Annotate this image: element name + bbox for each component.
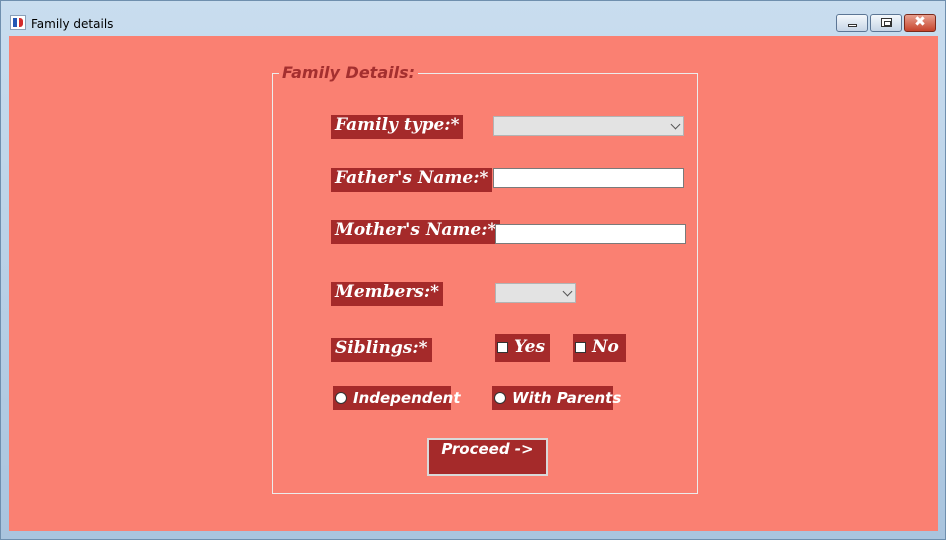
family-type-label: Family type:* (331, 115, 464, 139)
mother-name-label: Mother's Name:* (331, 220, 501, 244)
minimize-icon (848, 24, 857, 27)
minimize-button[interactable] (836, 14, 868, 32)
close-button[interactable]: ✖ (904, 14, 936, 32)
with-parents-label: With Parents (512, 389, 622, 407)
independent-label: Independent (353, 389, 461, 407)
members-dropdown[interactable] (495, 283, 576, 303)
chevron-down-icon (672, 119, 679, 128)
app-window: Family details ✖ Family Details: Family … (0, 0, 946, 540)
members-label: Members:* (331, 282, 444, 306)
with-parents-radio[interactable]: With Parents (492, 386, 621, 410)
restore-icon (881, 18, 892, 27)
proceed-button[interactable]: Proceed -> (427, 438, 548, 476)
father-name-input[interactable] (493, 168, 684, 188)
app-logo-icon (10, 15, 26, 30)
group-legend: Family Details: (279, 63, 418, 82)
window-title: Family details (31, 17, 114, 31)
independent-radio[interactable]: Independent (333, 386, 461, 410)
siblings-yes-label: Yes (514, 337, 546, 357)
radio-icon[interactable] (494, 392, 506, 404)
form-area: Family Details: Family type:* Father's N… (9, 36, 938, 531)
checkbox-icon[interactable] (575, 342, 586, 353)
radio-icon[interactable] (335, 392, 347, 404)
checkbox-icon[interactable] (497, 342, 508, 353)
siblings-no-checkbox[interactable]: No (573, 334, 626, 362)
siblings-label: Siblings:* (331, 338, 432, 362)
father-name-label: Father's Name:* (331, 168, 493, 192)
mother-name-input[interactable] (495, 224, 686, 244)
siblings-yes-checkbox[interactable]: Yes (495, 334, 550, 362)
siblings-no-label: No (592, 337, 619, 357)
title-bar[interactable]: Family details ✖ (1, 1, 945, 35)
maximize-button[interactable] (870, 14, 902, 32)
chevron-down-icon (564, 286, 571, 295)
family-type-dropdown[interactable] (493, 116, 684, 136)
close-icon: ✖ (914, 14, 926, 30)
